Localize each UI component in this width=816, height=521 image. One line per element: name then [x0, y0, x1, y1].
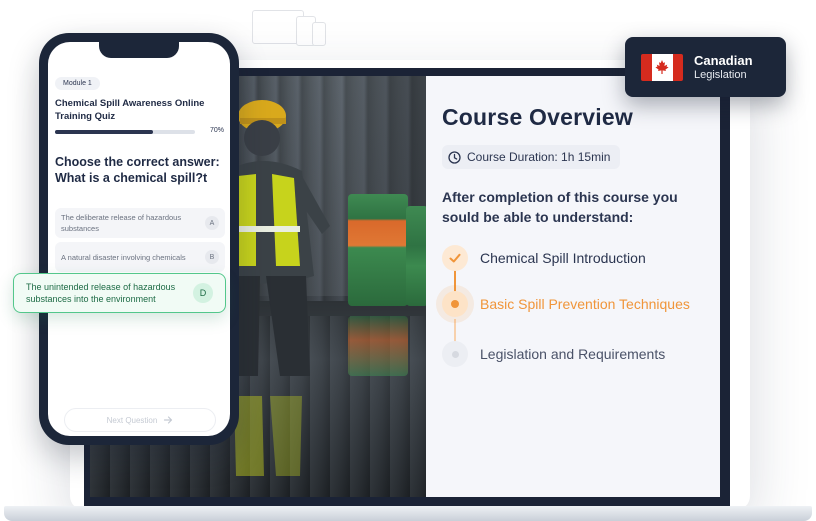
answer-text: The unintended release of hazardous subs…	[26, 282, 176, 304]
course-step-active[interactable]: Basic Spill Prevention Techniques	[442, 291, 690, 317]
badge-title: Canadian	[694, 52, 753, 68]
answer-letter: B	[205, 250, 219, 264]
canadian-legislation-badge: Canadian Legislation	[625, 37, 786, 97]
next-question-button[interactable]: Next Question	[64, 408, 216, 432]
phone-notch	[99, 42, 179, 58]
next-question-label: Next Question	[106, 415, 158, 425]
course-duration-badge: Course Duration: 1h 15min	[442, 145, 621, 169]
answer-option-a[interactable]: The deliberate release of hazardous subs…	[55, 208, 225, 238]
module-badge: Module 1	[55, 77, 100, 90]
course-overview-panel: Course Overview Course Duration: 1h 15mi…	[426, 76, 720, 497]
course-steps: Chemical Spill Introduction Basic Spill …	[442, 245, 720, 385]
step-connector	[454, 319, 456, 343]
clock-icon	[448, 150, 461, 164]
quiz-progress-label: 70%	[210, 127, 225, 134]
course-step-label: Chemical Spill Introduction	[480, 250, 646, 266]
devices-icon	[252, 10, 334, 50]
answer-letter: A	[205, 216, 219, 230]
answer-text: The deliberate release of hazardous subs…	[61, 213, 182, 233]
barrel-image	[406, 206, 426, 306]
active-dot-icon	[442, 291, 468, 317]
quiz-title: Chemical Spill Awareness Online Training…	[55, 98, 205, 122]
course-title: Course Overview	[442, 104, 633, 130]
step-connector	[454, 269, 456, 293]
upcoming-dot-icon	[442, 341, 468, 367]
course-duration-text: Course Duration: 1h 15min	[467, 150, 611, 164]
laptop-base	[4, 506, 812, 521]
answer-option-b[interactable]: A natural disaster involving chemicals B	[55, 242, 225, 272]
quiz-progress-fill	[55, 130, 153, 134]
canada-flag-icon	[641, 53, 683, 81]
course-step-upcoming[interactable]: Legislation and Requirements	[442, 341, 665, 367]
check-icon	[442, 245, 468, 271]
arrow-right-icon	[164, 416, 173, 424]
badge-subtitle: Legislation	[694, 68, 747, 81]
course-step-label: Basic Spill Prevention Techniques	[480, 296, 690, 312]
faint-devices-header	[252, 8, 522, 52]
course-step-label: Legislation and Requirements	[480, 346, 666, 362]
course-step-completed[interactable]: Chemical Spill Introduction	[442, 245, 646, 271]
quiz-screen: Module 1 Chemical Spill Awareness Online…	[48, 42, 230, 436]
answer-letter: D	[193, 283, 213, 303]
quiz-progress-bar	[55, 130, 195, 134]
quiz-question: Choose the correct answer: What is a che…	[55, 155, 220, 185]
course-intro-text: After completion of this course you soul…	[442, 189, 678, 225]
phone-device: Module 1 Chemical Spill Awareness Online…	[39, 33, 239, 445]
answer-option-d-selected[interactable]: The unintended release of hazardous subs…	[13, 273, 226, 313]
answer-text: A natural disaster involving chemicals	[61, 252, 186, 262]
